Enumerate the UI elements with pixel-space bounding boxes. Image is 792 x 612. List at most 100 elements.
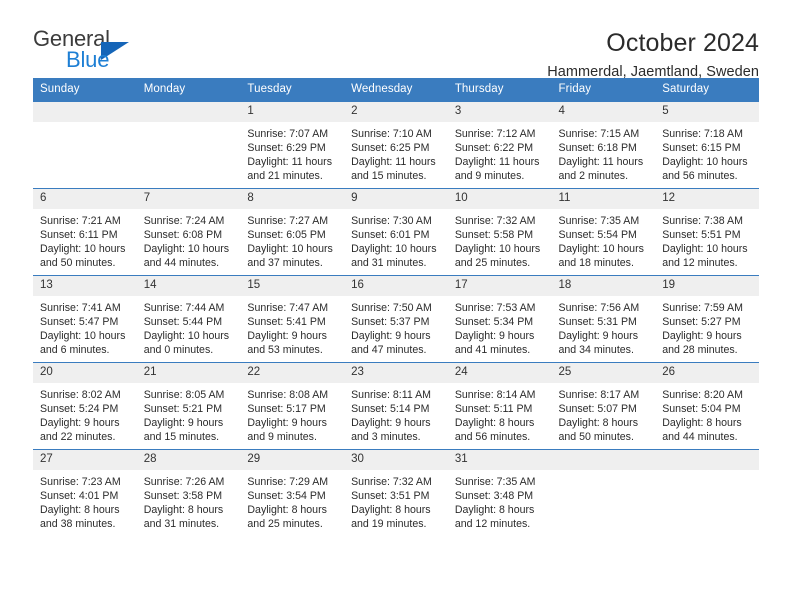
day-details: Sunrise: 7:24 AM Sunset: 6:08 PM Daylight:… — [137, 209, 241, 271]
calendar-day-cell[interactable]: 18 Sunrise: 7:56 AM Sunset: 5:31 PM Dayligh… — [551, 275, 656, 363]
calendar-day-cell[interactable]: 21 Sunrise: 8:05 AM Sunset: 5:21 PM Dayligh… — [136, 362, 241, 450]
calendar-day-cell[interactable]: 5 Sunrise: 7:18 AM Sunset: 6:15 PM Daylight… — [655, 101, 759, 189]
weekday-header-monday: Monday — [136, 78, 241, 102]
weekday-header-wednesday: Wednesday — [344, 78, 448, 102]
daylight-duration-line2: and 38 minutes. — [40, 518, 116, 531]
day-details: Sunrise: 7:56 AM Sunset: 5:31 PM Daylight:… — [552, 296, 656, 358]
sunrise-time: Sunrise: 7:35 AM — [454, 476, 536, 488]
calendar-day-cell[interactable]: 25 Sunrise: 8:17 AM Sunset: 5:07 PM Dayligh… — [551, 362, 656, 450]
sunrise-time: Sunrise: 7:32 AM — [351, 476, 432, 488]
calendar-day-cell[interactable]: 12 Sunrise: 7:38 AM Sunset: 5:51 PM Dayligh… — [655, 188, 759, 276]
calendar-day-cell[interactable]: 23 Sunrise: 8:11 AM Sunset: 5:14 PM Dayligh… — [344, 362, 448, 450]
calendar-day-cell[interactable]: 20 Sunrise: 8:02 AM Sunset: 5:24 PM Dayligh… — [33, 362, 137, 450]
daylight-duration-line1: Daylight: 9 hours — [143, 417, 224, 430]
sunset-time: Sunset: 6:01 PM — [351, 229, 430, 242]
day-details: Sunrise: 8:11 AM Sunset: 5:14 PM Daylight:… — [344, 383, 448, 445]
calendar-day-cell[interactable]: 3 Sunrise: 7:12 AM Sunset: 6:22 PM Daylight… — [447, 101, 552, 189]
day-number: 10 — [447, 189, 552, 209]
calendar-day-cell[interactable]: 11 Sunrise: 7:35 AM Sunset: 5:54 PM Dayligh… — [551, 188, 656, 276]
daylight-duration-line1: Daylight: 10 hours — [662, 156, 748, 169]
daylight-duration-line2: and 44 minutes. — [662, 431, 738, 444]
day-number: 20 — [33, 363, 137, 383]
sunrise-time: Sunrise: 8:02 AM — [40, 389, 121, 401]
calendar-day-cell[interactable]: 30 Sunrise: 7:32 AM Sunset: 3:51 PM Dayligh… — [344, 449, 448, 537]
calendar-week-row: 6 Sunrise: 7:21 AM Sunset: 6:11 PM Daylight… — [33, 188, 759, 276]
daylight-duration-line2: and 41 minutes. — [454, 344, 531, 357]
daylight-duration-line2: and 31 minutes. — [143, 518, 220, 531]
daylight-duration-line1: Daylight: 10 hours — [247, 243, 333, 256]
daylight-duration-line1: Daylight: 9 hours — [40, 417, 120, 430]
calendar-week-row: 20 Sunrise: 8:02 AM Sunset: 5:24 PM Dayligh… — [33, 362, 759, 450]
sunrise-time: Sunrise: 7:47 AM — [247, 302, 329, 314]
daylight-duration-line1: Daylight: 8 hours — [143, 504, 224, 517]
calendar-day-cell[interactable]: 2 Sunrise: 7:10 AM Sunset: 6:25 PM Daylight… — [344, 101, 448, 189]
day-details: Sunrise: 7:29 AM Sunset: 3:54 PM Daylight:… — [240, 470, 344, 532]
calendar-day-cell[interactable]: 10 Sunrise: 7:32 AM Sunset: 5:58 PM Dayligh… — [447, 188, 552, 276]
calendar-day-cell[interactable]: 16 Sunrise: 7:50 AM Sunset: 5:37 PM Dayligh… — [344, 275, 448, 363]
sunrise-time: Sunrise: 7:26 AM — [143, 476, 225, 488]
sunrise-time: Sunrise: 7:44 AM — [143, 302, 225, 314]
daylight-duration-line2: and 19 minutes. — [351, 518, 427, 531]
daylight-duration-line2: and 12 minutes. — [662, 257, 738, 270]
calendar-day-cell[interactable]: 26 Sunrise: 8:20 AM Sunset: 5:04 PM Dayligh… — [655, 362, 759, 450]
daylight-duration-line1: Daylight: 10 hours — [454, 243, 541, 256]
calendar-day-cell[interactable]: 31 Sunrise: 7:35 AM Sunset: 3:48 PM Dayligh… — [447, 449, 552, 537]
calendar-day-cell[interactable]: 29 Sunrise: 7:29 AM Sunset: 3:54 PM Dayligh… — [240, 449, 345, 537]
day-number: 23 — [344, 363, 448, 383]
daylight-duration-line2: and 56 minutes. — [454, 431, 531, 444]
sunset-time: Sunset: 5:04 PM — [662, 403, 741, 416]
daylight-duration-line1: Daylight: 9 hours — [247, 417, 327, 430]
day-number: 1 — [240, 102, 345, 122]
calendar-week-row: 13 Sunrise: 7:41 AM Sunset: 5:47 PM Dayligh… — [33, 275, 759, 363]
weekday-header-friday: Friday — [551, 78, 656, 102]
day-details: Sunrise: 8:17 AM Sunset: 5:07 PM Daylight:… — [552, 383, 656, 445]
day-number: 31 — [447, 450, 552, 470]
daylight-duration-line2: and 25 minutes. — [454, 257, 531, 270]
calendar-day-cell[interactable]: 9 Sunrise: 7:30 AM Sunset: 6:01 PM Daylight… — [344, 188, 448, 276]
sunset-time: Sunset: 5:07 PM — [558, 403, 637, 416]
calendar-day-cell[interactable]: 28 Sunrise: 7:26 AM Sunset: 3:58 PM Dayligh… — [136, 449, 241, 537]
sunrise-time: Sunrise: 7:10 AM — [351, 128, 432, 140]
daylight-duration-line2: and 50 minutes. — [558, 431, 634, 444]
sunset-time: Sunset: 5:54 PM — [558, 229, 637, 242]
calendar-day-cell[interactable]: 14 Sunrise: 7:44 AM Sunset: 5:44 PM Dayligh… — [136, 275, 241, 363]
calendar-day-cell[interactable]: 13 Sunrise: 7:41 AM Sunset: 5:47 PM Dayligh… — [33, 275, 137, 363]
calendar-day-cell[interactable]: 8 Sunrise: 7:27 AM Sunset: 6:05 PM Daylight… — [240, 188, 345, 276]
daylight-duration-line1: Daylight: 9 hours — [558, 330, 639, 343]
calendar-day-cell-empty — [655, 449, 759, 537]
sunrise-time: Sunrise: 8:14 AM — [454, 389, 536, 401]
daylight-duration-line2: and 15 minutes. — [143, 431, 220, 444]
sunset-time: Sunset: 6:25 PM — [351, 142, 430, 155]
daylight-duration-line2: and 50 minutes. — [40, 257, 116, 270]
daylight-duration-line2: and 47 minutes. — [351, 344, 427, 357]
calendar-day-cell[interactable]: 17 Sunrise: 7:53 AM Sunset: 5:34 PM Dayligh… — [447, 275, 552, 363]
sunset-time: Sunset: 5:41 PM — [247, 316, 326, 329]
sunrise-time: Sunrise: 7:30 AM — [351, 215, 432, 227]
daylight-duration-line1: Daylight: 10 hours — [558, 243, 644, 256]
calendar-day-cell[interactable]: 15 Sunrise: 7:47 AM Sunset: 5:41 PM Dayligh… — [240, 275, 345, 363]
calendar-day-cell[interactable]: 4 Sunrise: 7:15 AM Sunset: 6:18 PM Daylight… — [551, 101, 656, 189]
sunset-time: Sunset: 5:27 PM — [662, 316, 741, 329]
day-number: 17 — [447, 276, 552, 296]
calendar-day-cell[interactable]: 27 Sunrise: 7:23 AM Sunset: 4:01 PM Dayligh… — [33, 449, 137, 537]
daylight-duration-line1: Daylight: 8 hours — [454, 417, 535, 430]
day-details: Sunrise: 8:20 AM Sunset: 5:04 PM Daylight:… — [655, 383, 759, 445]
daylight-duration-line1: Daylight: 10 hours — [351, 243, 437, 256]
general-blue-logo[interactable]: General Blue — [33, 28, 153, 74]
sunset-time: Sunset: 5:31 PM — [558, 316, 637, 329]
calendar-day-cell[interactable]: 19 Sunrise: 7:59 AM Sunset: 5:27 PM Dayligh… — [655, 275, 759, 363]
day-details: Sunrise: 7:12 AM Sunset: 6:22 PM Daylight:… — [448, 122, 552, 184]
calendar-day-cell[interactable]: 1 Sunrise: 7:07 AM Sunset: 6:29 PM Daylight… — [240, 101, 345, 189]
day-number: 13 — [33, 276, 137, 296]
calendar-day-cell[interactable]: 6 Sunrise: 7:21 AM Sunset: 6:11 PM Daylight… — [33, 188, 137, 276]
calendar-day-cell[interactable]: 22 Sunrise: 8:08 AM Sunset: 5:17 PM Dayligh… — [240, 362, 345, 450]
day-number: 9 — [344, 189, 448, 209]
location-subtitle: Hammerdal, Jaemtland, Sweden — [547, 64, 759, 80]
day-number — [33, 102, 137, 122]
calendar-day-cell[interactable]: 7 Sunrise: 7:24 AM Sunset: 6:08 PM Daylight… — [136, 188, 241, 276]
daylight-duration-line2: and 56 minutes. — [662, 170, 738, 183]
daylight-duration-line1: Daylight: 9 hours — [662, 330, 742, 343]
sunrise-time: Sunrise: 8:17 AM — [558, 389, 640, 401]
calendar-day-cell[interactable]: 24 Sunrise: 8:14 AM Sunset: 5:11 PM Dayligh… — [447, 362, 552, 450]
daylight-duration-line1: Daylight: 8 hours — [351, 504, 431, 517]
